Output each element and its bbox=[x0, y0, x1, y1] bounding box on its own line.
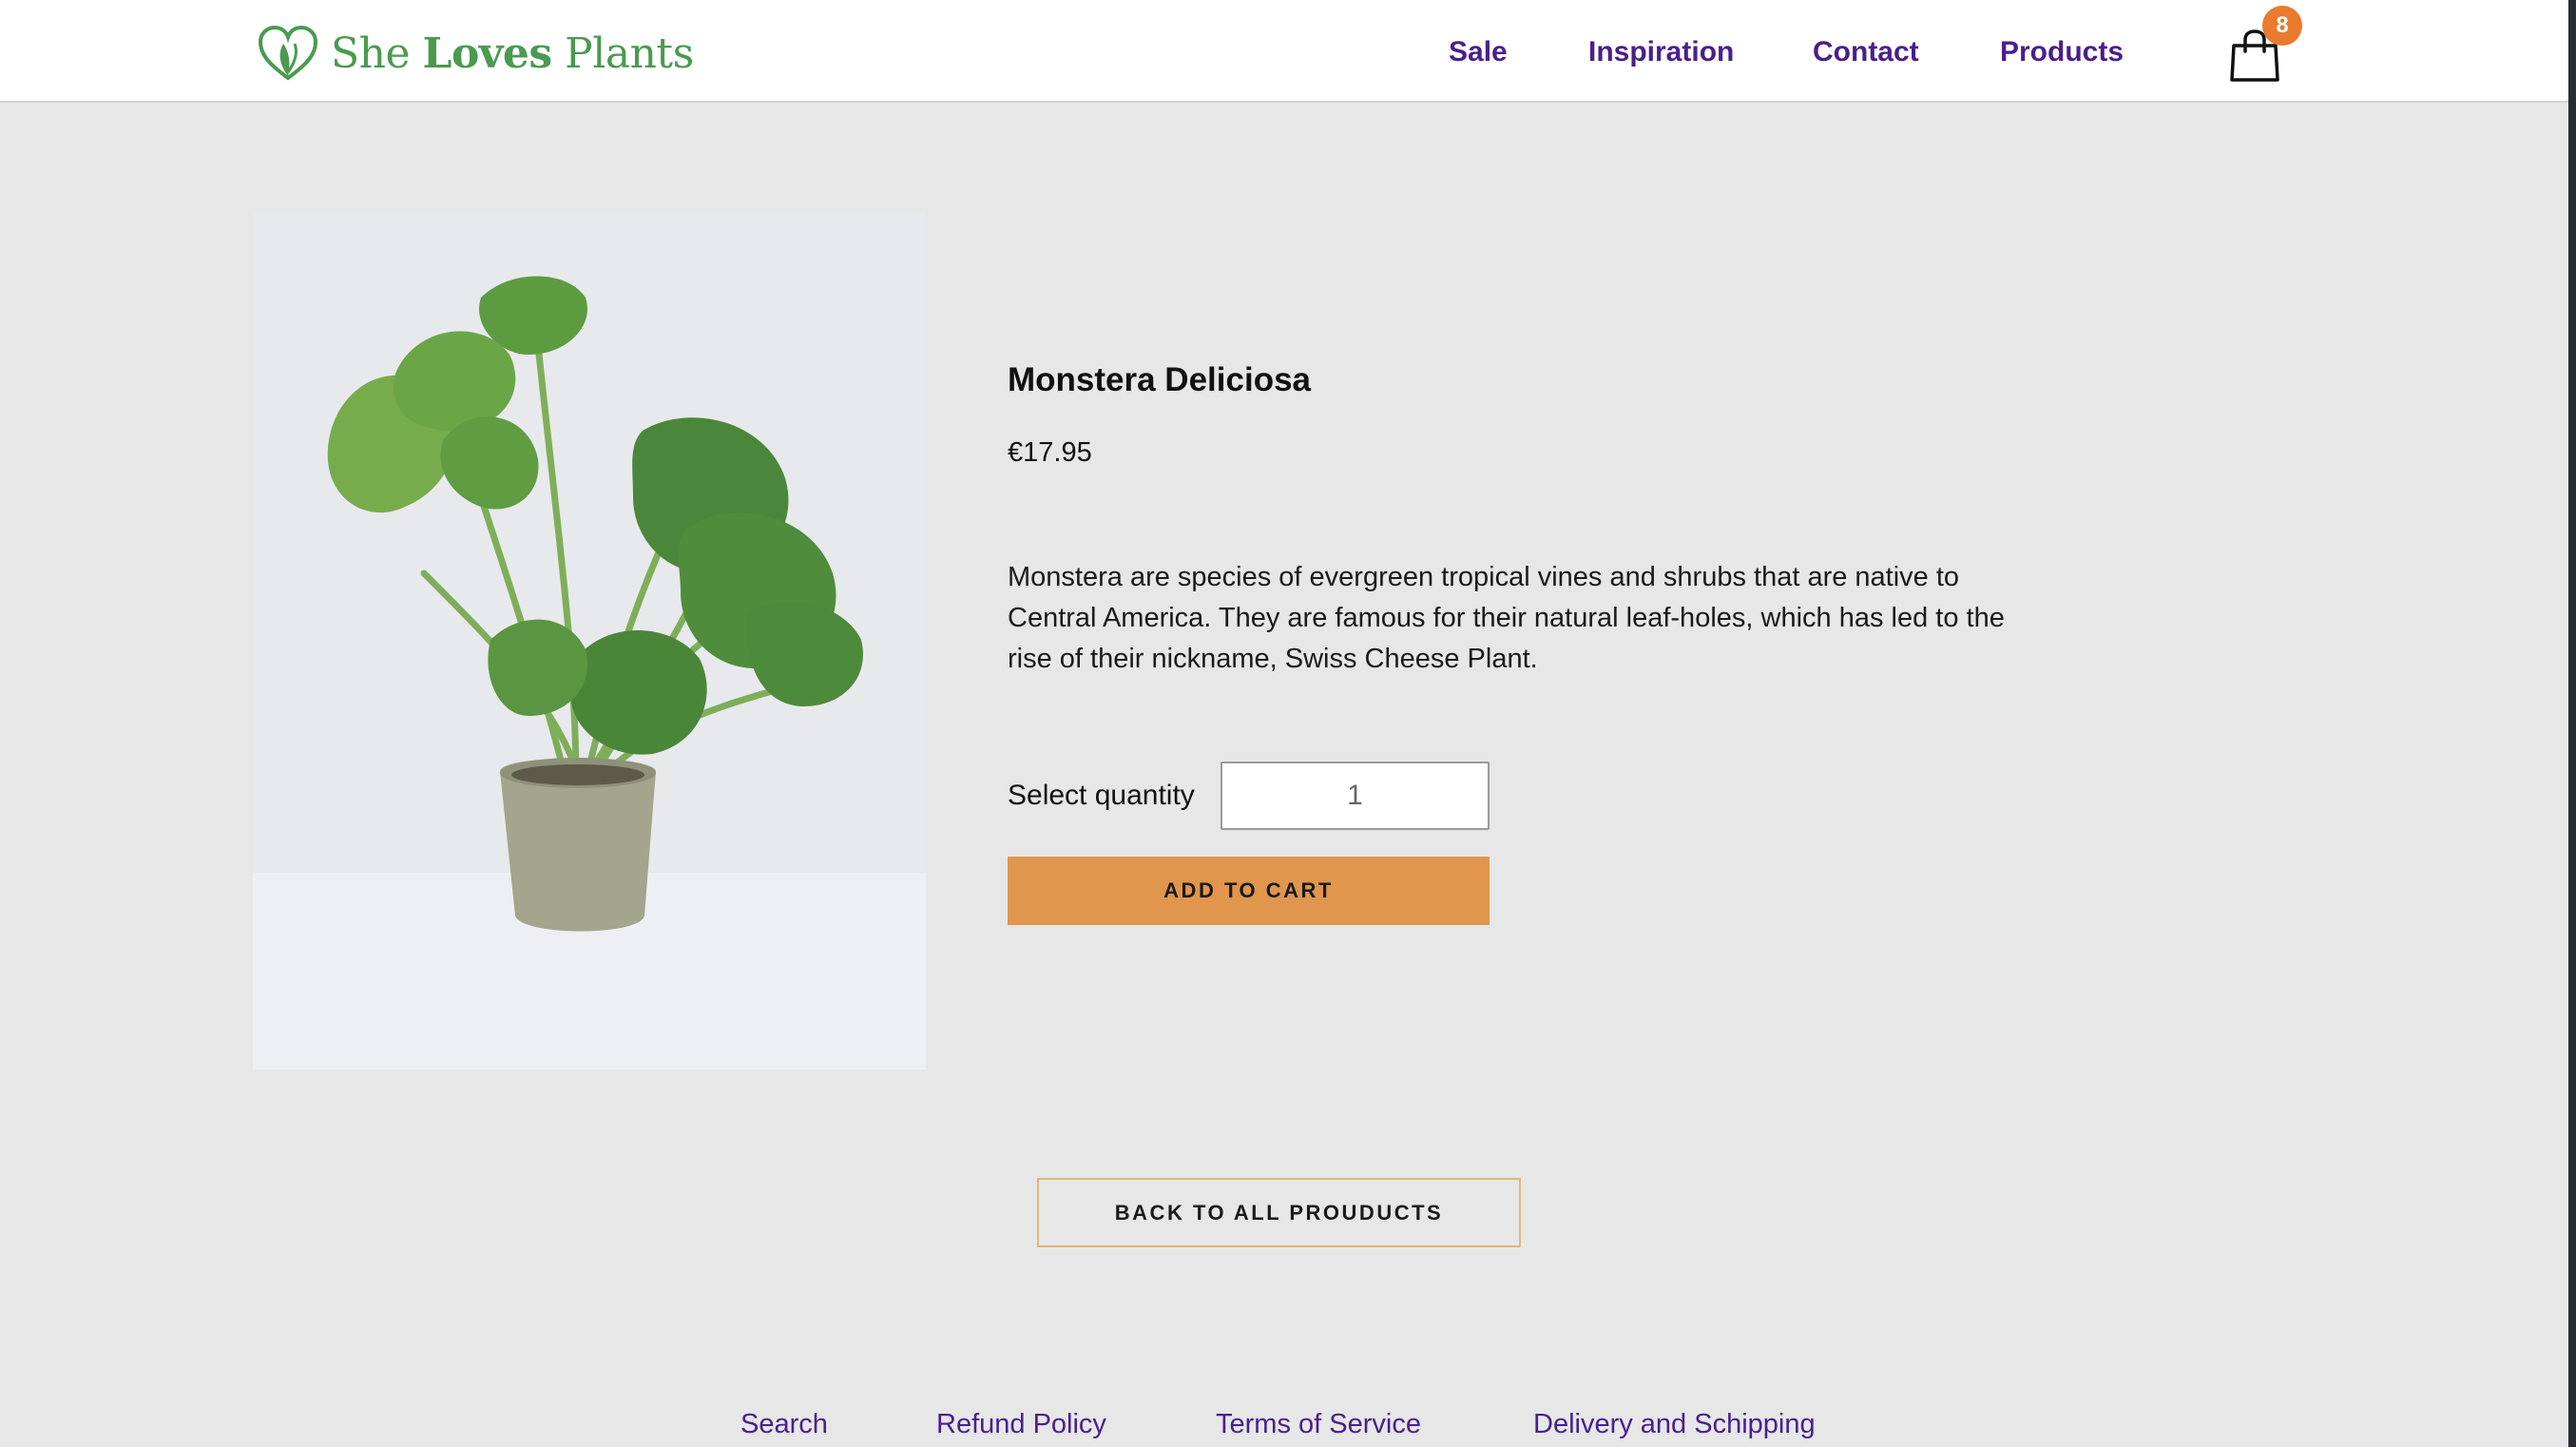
add-to-cart-button[interactable]: ADD TO CART bbox=[1008, 857, 1490, 925]
logo-word-plants: Plants bbox=[565, 29, 694, 78]
footer-link-delivery-and-shipping[interactable]: Delivery and Schipping bbox=[1533, 1409, 1816, 1440]
product-title: Monstera Deliciosa bbox=[1008, 361, 1311, 398]
monstera-plant-image bbox=[253, 212, 926, 1070]
heart-leaf-icon bbox=[258, 25, 318, 81]
site-header: She Loves Plants Sale Inspiration Contac… bbox=[0, 0, 2568, 103]
nav-sale[interactable]: Sale bbox=[1449, 36, 1508, 68]
nav-contact[interactable]: Contact bbox=[1813, 36, 1919, 68]
product-image bbox=[253, 212, 926, 1070]
logo-word-loves: Loves bbox=[422, 29, 553, 78]
product-page: She Loves Plants Sale Inspiration Contac… bbox=[0, 0, 2576, 1447]
nav-products[interactable]: Products bbox=[2000, 36, 2124, 68]
logo-text: She Loves Plants bbox=[331, 29, 694, 78]
back-to-all-products-button[interactable]: BACK TO ALL PROUDUCTS bbox=[1037, 1178, 1521, 1247]
cart-count-badge: 8 bbox=[2262, 6, 2302, 46]
logo-link[interactable]: She Loves Plants bbox=[257, 25, 694, 82]
footer-link-search[interactable]: Search bbox=[740, 1409, 828, 1440]
logo-word-she: She bbox=[331, 29, 411, 78]
product-description: Monstera are species of evergreen tropic… bbox=[1008, 562, 2005, 674]
product-price: €17.95 bbox=[1008, 437, 1092, 468]
footer-link-refund-policy[interactable]: Refund Policy bbox=[936, 1409, 1106, 1440]
footer-link-terms-of-service[interactable]: Terms of Service bbox=[1216, 1409, 1421, 1440]
nav-inspiration[interactable]: Inspiration bbox=[1588, 36, 1734, 68]
quantity-input[interactable] bbox=[1221, 762, 1490, 830]
window-edge bbox=[2568, 0, 2576, 1447]
quantity-label: Select quantity bbox=[1008, 780, 1195, 811]
